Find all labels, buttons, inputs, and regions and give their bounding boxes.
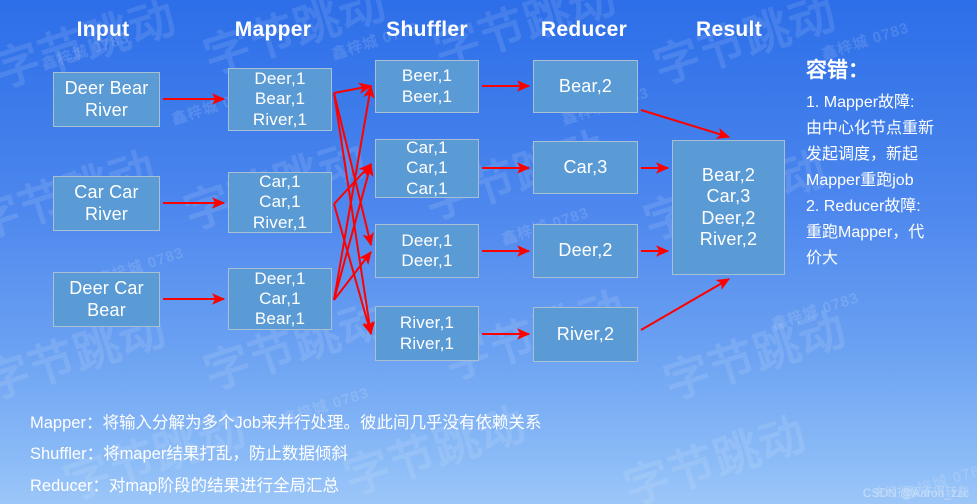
- column-header-shuffler: Shuffler: [386, 18, 468, 41]
- legend-line-2: Shuffler：将maper结果打乱，防止数据倾斜: [30, 445, 348, 464]
- arrow-mapper-to-shuffler-8: [333, 251, 372, 301]
- box-line: Beer,1: [401, 86, 453, 106]
- reducer-box-4: River,2: [533, 307, 638, 362]
- slide-canvas: 字节跳动 字节跳动 字节跳动 字节跳动 字节跳动 字节跳动 字节跳动 字节跳动 …: [0, 0, 977, 504]
- box-line: Bear,1: [254, 89, 306, 109]
- fault-tolerance-line-2: 由中心化节点重新: [806, 120, 935, 138]
- box-line: River,2: [699, 228, 758, 249]
- reducer-box-3: Deer,2: [533, 224, 638, 278]
- arrow-reducer-to-result-4: [640, 278, 731, 331]
- shuffler-box-4: River,1 River,1: [375, 306, 479, 361]
- box-line: Car,1: [259, 288, 301, 308]
- box-line: Deer,2: [558, 240, 613, 261]
- box-line: Deer Car: [69, 278, 144, 299]
- arrow-reducer-to-result-1: [640, 109, 731, 140]
- arrow-mapper-to-shuffler-5: [333, 203, 374, 336]
- column-header-result: Result: [696, 18, 762, 41]
- box-line: Bear: [87, 299, 126, 320]
- box-line: River: [84, 99, 128, 120]
- box-line: Deer,1: [401, 230, 453, 250]
- box-line: Car,1: [259, 172, 301, 192]
- box-line: Deer,1: [254, 69, 306, 89]
- mapper-box-1: Deer,1 Bear,1 River,1: [228, 68, 332, 131]
- box-line: Car,3: [706, 186, 751, 207]
- fault-tolerance-line-6: 重跑Mapper，代: [806, 223, 925, 241]
- box-line: River: [84, 203, 128, 224]
- watermark-subtext: 鑫梓城 0783: [769, 289, 862, 334]
- column-header-input: Input: [76, 18, 130, 41]
- box-line: Deer Bear: [64, 78, 149, 99]
- box-line: Car Car: [74, 182, 139, 203]
- mapper-box-2: Car,1 Car,1 River,1: [228, 172, 332, 233]
- arrow-mapper-to-shuffler-2: [333, 92, 375, 336]
- shuffler-box-3: Deer,1 Deer,1: [375, 224, 479, 278]
- shuffler-box-2: Car,1 Car,1 Car,1: [375, 138, 479, 198]
- box-line: Car,1: [259, 192, 301, 212]
- reducer-box-1: Bear,2: [533, 60, 638, 113]
- fault-tolerance-line-7: 价大: [806, 249, 839, 267]
- input-box-1: Deer Bear River: [53, 72, 160, 127]
- box-line: River,1: [252, 212, 308, 232]
- arrow-mapper-to-shuffler-7: [333, 162, 374, 301]
- result-box: Bear,2 Car,3 Deer,2 River,2: [672, 140, 785, 275]
- footer-watermark: CSDN @Aaron_zzc 未经授权不得转载: [863, 485, 969, 500]
- box-line: Bear,1: [254, 309, 306, 329]
- box-line: Deer,2: [701, 207, 756, 228]
- fault-tolerance-line-1: 1. Mapper故障:: [806, 94, 915, 112]
- legend-line-3: Reducer：对map阶段的结果进行全局汇总: [30, 476, 339, 495]
- box-line: Car,1: [406, 138, 448, 158]
- box-line: Car,1: [406, 178, 448, 198]
- box-line: Deer,1: [254, 268, 306, 288]
- legend-line-1: Mapper：将输入分解为多个Job来并行处理。彼此间几乎没有依赖关系: [30, 414, 542, 432]
- box-line: Beer,1: [401, 66, 453, 86]
- box-line: Bear,2: [558, 75, 613, 96]
- arrow-mapper-to-shuffler-4: [333, 163, 372, 205]
- mapper-box-3: Deer,1 Car,1 Bear,1: [228, 268, 332, 330]
- arrow-mapper-to-shuffler-6: [333, 84, 375, 301]
- column-header-reducer: Reducer: [540, 18, 628, 41]
- fault-tolerance-line-5: 2. Reducer故障:: [806, 197, 921, 215]
- box-line: Car,1: [406, 158, 448, 178]
- watermark-text: 字节跳动: [617, 407, 813, 504]
- watermark-text: 字节跳动: [657, 302, 853, 410]
- reducer-box-2: Car,3: [533, 141, 638, 194]
- fault-tolerance-line-4: Mapper重跑job: [806, 171, 914, 189]
- input-box-3: Deer Car Bear: [53, 272, 160, 327]
- shuffler-box-1: Beer,1 Beer,1: [375, 60, 479, 113]
- column-header-mapper: Mapper: [234, 18, 312, 41]
- box-line: River,1: [399, 333, 455, 353]
- fault-tolerance-panel: 容错： 1. Mapper故障: 由中心化节点重新 发起调度，新起 Mapper重跑j…: [806, 58, 974, 272]
- fault-tolerance-title: 容错：: [806, 59, 869, 82]
- input-box-2: Car Car River: [53, 176, 160, 231]
- arrow-mapper-to-shuffler-1: [333, 82, 373, 94]
- arrow-mapper-to-shuffler-3: [333, 92, 374, 247]
- fault-tolerance-line-3: 发起调度，新起: [806, 146, 919, 163]
- box-line: Bear,2: [701, 165, 756, 186]
- box-line: Car,3: [563, 156, 608, 177]
- box-line: River,1: [399, 313, 455, 333]
- footer-watermark-overlay: 未经授权不得转载: [872, 485, 969, 499]
- box-line: River,1: [252, 109, 308, 129]
- legend-block: Mapper：将输入分解为多个Job来并行处理。彼此间几乎没有依赖关系 Shuff…: [30, 408, 542, 502]
- box-line: Deer,1: [401, 251, 453, 270]
- box-line: River,2: [556, 323, 615, 344]
